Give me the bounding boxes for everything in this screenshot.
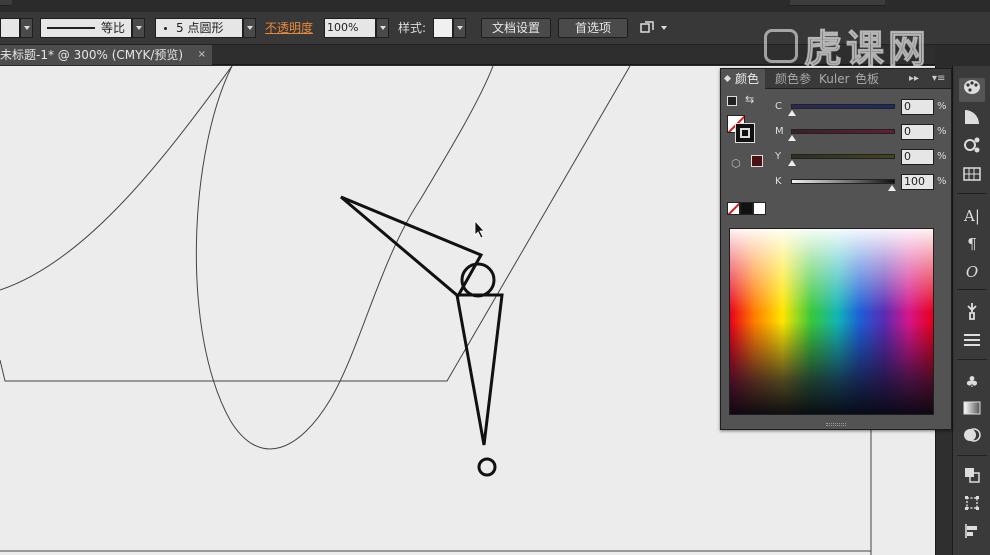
- swap-colors-icon[interactable]: ⇆: [745, 93, 754, 106]
- dock-divider: [957, 289, 987, 290]
- opentype-icon[interactable]: O: [959, 260, 985, 284]
- stroke-weight-dropdown[interactable]: [20, 18, 33, 38]
- align-icon[interactable]: [959, 522, 985, 546]
- cyan-slider-thumb[interactable]: [788, 110, 796, 116]
- style-dropdown[interactable]: [453, 18, 466, 38]
- brush-dot-icon: [164, 27, 167, 30]
- bird-beak-shape: [340, 195, 484, 299]
- panel-menu-icon[interactable]: ▾≡: [932, 69, 945, 89]
- quick-swatches: [727, 202, 767, 216]
- percent-label: %: [937, 151, 947, 162]
- opacity-link[interactable]: 不透明度: [265, 18, 313, 38]
- profile-line-icon: [47, 27, 95, 29]
- document-tab[interactable]: 未标题-1* @ 300% (CMYK/预览) ×: [0, 45, 212, 65]
- stroke-weight-field[interactable]: [0, 18, 20, 38]
- color-spectrum[interactable]: [729, 228, 934, 415]
- opacity-dropdown[interactable]: [376, 18, 389, 38]
- opacity-field[interactable]: 100%: [324, 18, 376, 38]
- slider-letter: M: [775, 126, 784, 137]
- document-setup-button[interactable]: 文档设置: [481, 18, 551, 38]
- tab-color-guide[interactable]: 颜色参: [771, 69, 815, 89]
- percent-label: %: [937, 126, 947, 137]
- yellow-slider-thumb[interactable]: [788, 160, 796, 166]
- document-tab-title: 未标题-1* @ 300% (CMYK/预览): [0, 48, 184, 62]
- color-guide-icon[interactable]: [959, 108, 985, 132]
- none-slash-icon: [728, 203, 739, 214]
- symbols-icon[interactable]: [959, 136, 985, 160]
- menu-fragment: [0, 0, 12, 6]
- percent-label: %: [937, 101, 947, 112]
- none-swatch[interactable]: [727, 202, 740, 215]
- gradient-icon[interactable]: [959, 398, 985, 422]
- style-swatch[interactable]: [433, 18, 453, 38]
- brush-icon[interactable]: [959, 302, 985, 326]
- slider-letter: K: [775, 176, 782, 187]
- cyan-slider-track[interactable]: [791, 104, 895, 109]
- tab-swatches[interactable]: 色板: [851, 69, 883, 89]
- default-colors-icon[interactable]: [727, 96, 737, 106]
- stroke-black-swatch[interactable]: [735, 123, 755, 143]
- brush-label: 5 点圆形: [176, 21, 224, 35]
- menu-bar-strip: [0, 0, 990, 12]
- profile-label: 等比: [101, 21, 126, 35]
- tab-color[interactable]: 颜色: [721, 69, 765, 89]
- panel-collapse-icon[interactable]: ▸▸: [909, 69, 919, 89]
- chevron-down-icon[interactable]: [661, 26, 667, 30]
- transparency-icon[interactable]: [959, 426, 985, 450]
- tab-kuler[interactable]: Kuler: [815, 69, 854, 89]
- black-swatch[interactable]: [740, 202, 753, 215]
- white-swatch[interactable]: [753, 202, 766, 215]
- color-palette-icon[interactable]: [959, 78, 985, 102]
- profile-dropdown[interactable]: [132, 18, 145, 38]
- panel-resize-grip[interactable]: [826, 423, 846, 426]
- document-tab-bar: 未标题-1* @ 300% (CMYK/预览) ×: [0, 45, 935, 65]
- black-value-field[interactable]: 100: [901, 174, 934, 190]
- dock-divider: [957, 193, 987, 194]
- color-panel-tabs: 颜色 颜色参 Kuler 色板 ▸▸ ▾≡: [721, 69, 951, 89]
- percent-label: %: [937, 176, 947, 187]
- transform-icon[interactable]: [959, 494, 985, 518]
- pathfinder-icon[interactable]: [959, 466, 985, 490]
- style-label: 样式:: [398, 21, 427, 35]
- magenta-value-field[interactable]: 0: [901, 124, 934, 140]
- stroke-inner: [740, 128, 750, 138]
- cyan-value-field[interactable]: 0: [901, 99, 934, 115]
- mouse-cursor-icon: [474, 219, 485, 239]
- magenta-slider-track[interactable]: [791, 129, 895, 134]
- yellow-value-field[interactable]: 0: [901, 149, 934, 165]
- out-of-gamut-cube-icon[interactable]: ⬡: [731, 157, 741, 170]
- brush-dropdown[interactable]: [243, 18, 256, 38]
- closest-color-swatch[interactable]: [751, 155, 763, 167]
- tab-color-label: 颜色: [735, 72, 760, 86]
- bird-body-triangle: [455, 293, 504, 446]
- ground-line: [0, 66, 631, 382]
- stroke-lines-icon[interactable]: [959, 330, 985, 354]
- dock-divider: [957, 455, 987, 456]
- control-bar: 等比 5 点圆形 不透明度 100% 样式: 文档设置 首选项: [0, 12, 990, 45]
- tab-diamond-icon: [723, 74, 732, 83]
- preferences-button[interactable]: 首选项: [558, 18, 628, 38]
- paragraph-icon[interactable]: ¶: [959, 232, 985, 256]
- grid-table-icon[interactable]: [959, 164, 985, 188]
- color-panel: 颜色 颜色参 Kuler 色板 ▸▸ ▾≡ ⇆ ⬡ C 0 % M 0 % Y …: [720, 68, 952, 430]
- slider-letter: C: [775, 101, 782, 112]
- bird-foot-circle: [477, 457, 497, 477]
- yellow-slider-track[interactable]: [791, 154, 895, 159]
- magenta-slider-thumb[interactable]: [788, 135, 796, 141]
- character-icon[interactable]: A|: [959, 204, 985, 228]
- slider-letter: Y: [775, 151, 782, 162]
- curve-left: [0, 66, 233, 291]
- dock-divider: [957, 359, 987, 360]
- club-symbol-icon[interactable]: ♣: [959, 370, 985, 394]
- arrange-documents-icon[interactable]: [640, 21, 654, 35]
- close-icon[interactable]: ×: [198, 45, 206, 65]
- variable-width-profile[interactable]: 等比: [40, 18, 132, 38]
- curve-big-arc: [195, 66, 494, 450]
- black-slider-thumb[interactable]: [888, 185, 896, 191]
- brush-definition[interactable]: 5 点圆形: [155, 18, 243, 38]
- spectrum-shade-layer: [730, 229, 933, 414]
- right-panel-dock: A| ¶ O ♣: [952, 66, 990, 555]
- search-field-fragment[interactable]: [790, 0, 885, 6]
- black-slider-track[interactable]: [791, 179, 895, 184]
